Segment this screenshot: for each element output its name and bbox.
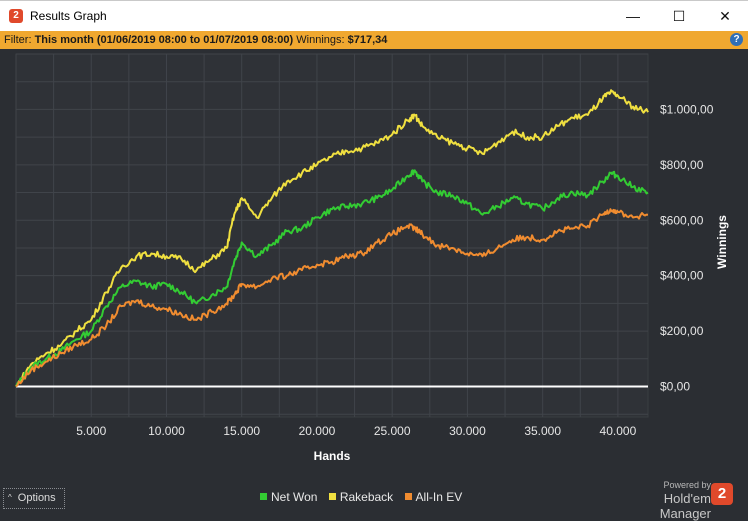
results-chart: 5.000 10.000 15.000 20.000 25.000 30.000 35.00… xyxy=(15,53,729,463)
hem-logo-icon: 2 xyxy=(711,483,733,505)
window-title: Results Graph xyxy=(30,9,107,23)
x-tick-label: 25.000 xyxy=(374,424,411,438)
x-tick-label: 15.000 xyxy=(223,424,260,438)
filter-prefix: Filter: xyxy=(4,34,32,46)
minimize-button[interactable]: — xyxy=(610,1,656,31)
powered-by: Powered by Hold'em Manager xyxy=(611,480,711,521)
y-axis-ticks: $0,00 $200,00 $400,00 $600,00 $800,00 $1.000,… xyxy=(660,102,714,393)
legend-swatch xyxy=(404,493,412,500)
x-axis-label: Hands xyxy=(314,449,351,463)
winnings-label: Winnings: xyxy=(296,34,345,46)
app-logo-icon: 2 xyxy=(9,9,23,23)
y-tick-label: $800,00 xyxy=(660,158,704,172)
legend-label: All-In EV xyxy=(415,490,463,504)
y-tick-label: $0,00 xyxy=(660,380,690,394)
options-label: Options xyxy=(17,492,56,504)
y-tick-label: $1.000,00 xyxy=(660,102,714,116)
legend-swatch xyxy=(260,493,267,500)
x-tick-label: 35.000 xyxy=(524,424,561,438)
legend-item-rakeback[interactable]: Rakeback xyxy=(328,490,394,504)
x-tick-label: 40.000 xyxy=(600,424,637,438)
legend-item-net-won[interactable]: Net Won xyxy=(260,490,317,504)
y-axis-label: Winnings xyxy=(715,215,729,269)
close-button[interactable]: ✕ xyxy=(702,1,748,31)
legend-label: Net Won xyxy=(271,490,318,504)
chevron-up-icon: ^ xyxy=(8,493,12,502)
legend-item-all-in-ev[interactable]: All-In EV xyxy=(404,490,463,504)
x-axis-ticks: 5.000 10.000 15.000 20.000 25.000 30.000 35.00… xyxy=(76,424,636,438)
y-tick-label: $600,00 xyxy=(660,213,704,227)
powered-by-text: Powered by xyxy=(663,480,711,490)
title-bar: 2 Results Graph — ☐ ✕ xyxy=(0,0,748,31)
brand-name: Hold'em Manager xyxy=(659,491,711,521)
x-tick-label: 5.000 xyxy=(76,424,106,438)
filter-bar: Filter: This month (01/06/2019 08:00 to … xyxy=(0,31,748,49)
winnings-value: $717,34 xyxy=(347,34,388,46)
legend-label: Rakeback xyxy=(339,490,394,504)
y-tick-label: $400,00 xyxy=(660,269,704,283)
x-tick-label: 10.000 xyxy=(148,424,185,438)
bottom-bar: ^ Options Net Won Rakeback All-In EV Powe… xyxy=(0,480,748,521)
chart-legend: Net Won Rakeback All-In EV xyxy=(260,490,470,504)
help-icon[interactable]: ? xyxy=(730,33,743,46)
legend-swatch xyxy=(328,493,336,500)
x-tick-label: 30.000 xyxy=(449,424,486,438)
filter-period: This month (01/06/2019 08:00 to 01/07/20… xyxy=(34,34,294,46)
y-tick-label: $200,00 xyxy=(660,324,704,338)
options-button[interactable]: ^ Options xyxy=(3,488,65,509)
maximize-button[interactable]: ☐ xyxy=(656,1,702,31)
x-tick-label: 20.000 xyxy=(299,424,336,438)
